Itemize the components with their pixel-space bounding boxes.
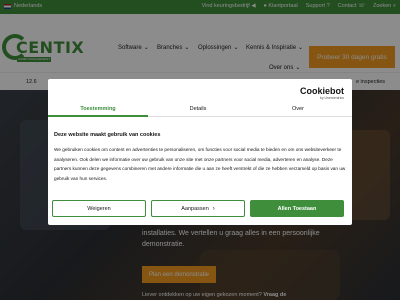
allow-all-cookies-button[interactable]: Allen Toestaan — [250, 200, 344, 217]
cookiebot-logo: Cookiebot by Usercentrics — [300, 86, 344, 100]
tab-over[interactable]: Over — [248, 106, 348, 112]
cookie-tabs: Toestemming Details Over — [48, 103, 352, 117]
customize-cookies-button[interactable]: Aanpassen › — [151, 200, 245, 217]
cookie-consent-dialog: Cookiebot by Usercentrics Toestemming De… — [48, 79, 352, 225]
cookie-description: We gebruiken cookies om content en adver… — [54, 147, 346, 181]
tab-details[interactable]: Details — [148, 106, 248, 112]
tab-toestemming[interactable]: Toestemming — [48, 106, 148, 112]
cookie-title: Deze website maakt gebruik van cookies — [54, 132, 161, 138]
deny-cookies-button[interactable]: Weigeren — [52, 200, 146, 217]
active-tab-indicator — [48, 115, 148, 117]
chevron-right-icon: › — [212, 205, 215, 212]
